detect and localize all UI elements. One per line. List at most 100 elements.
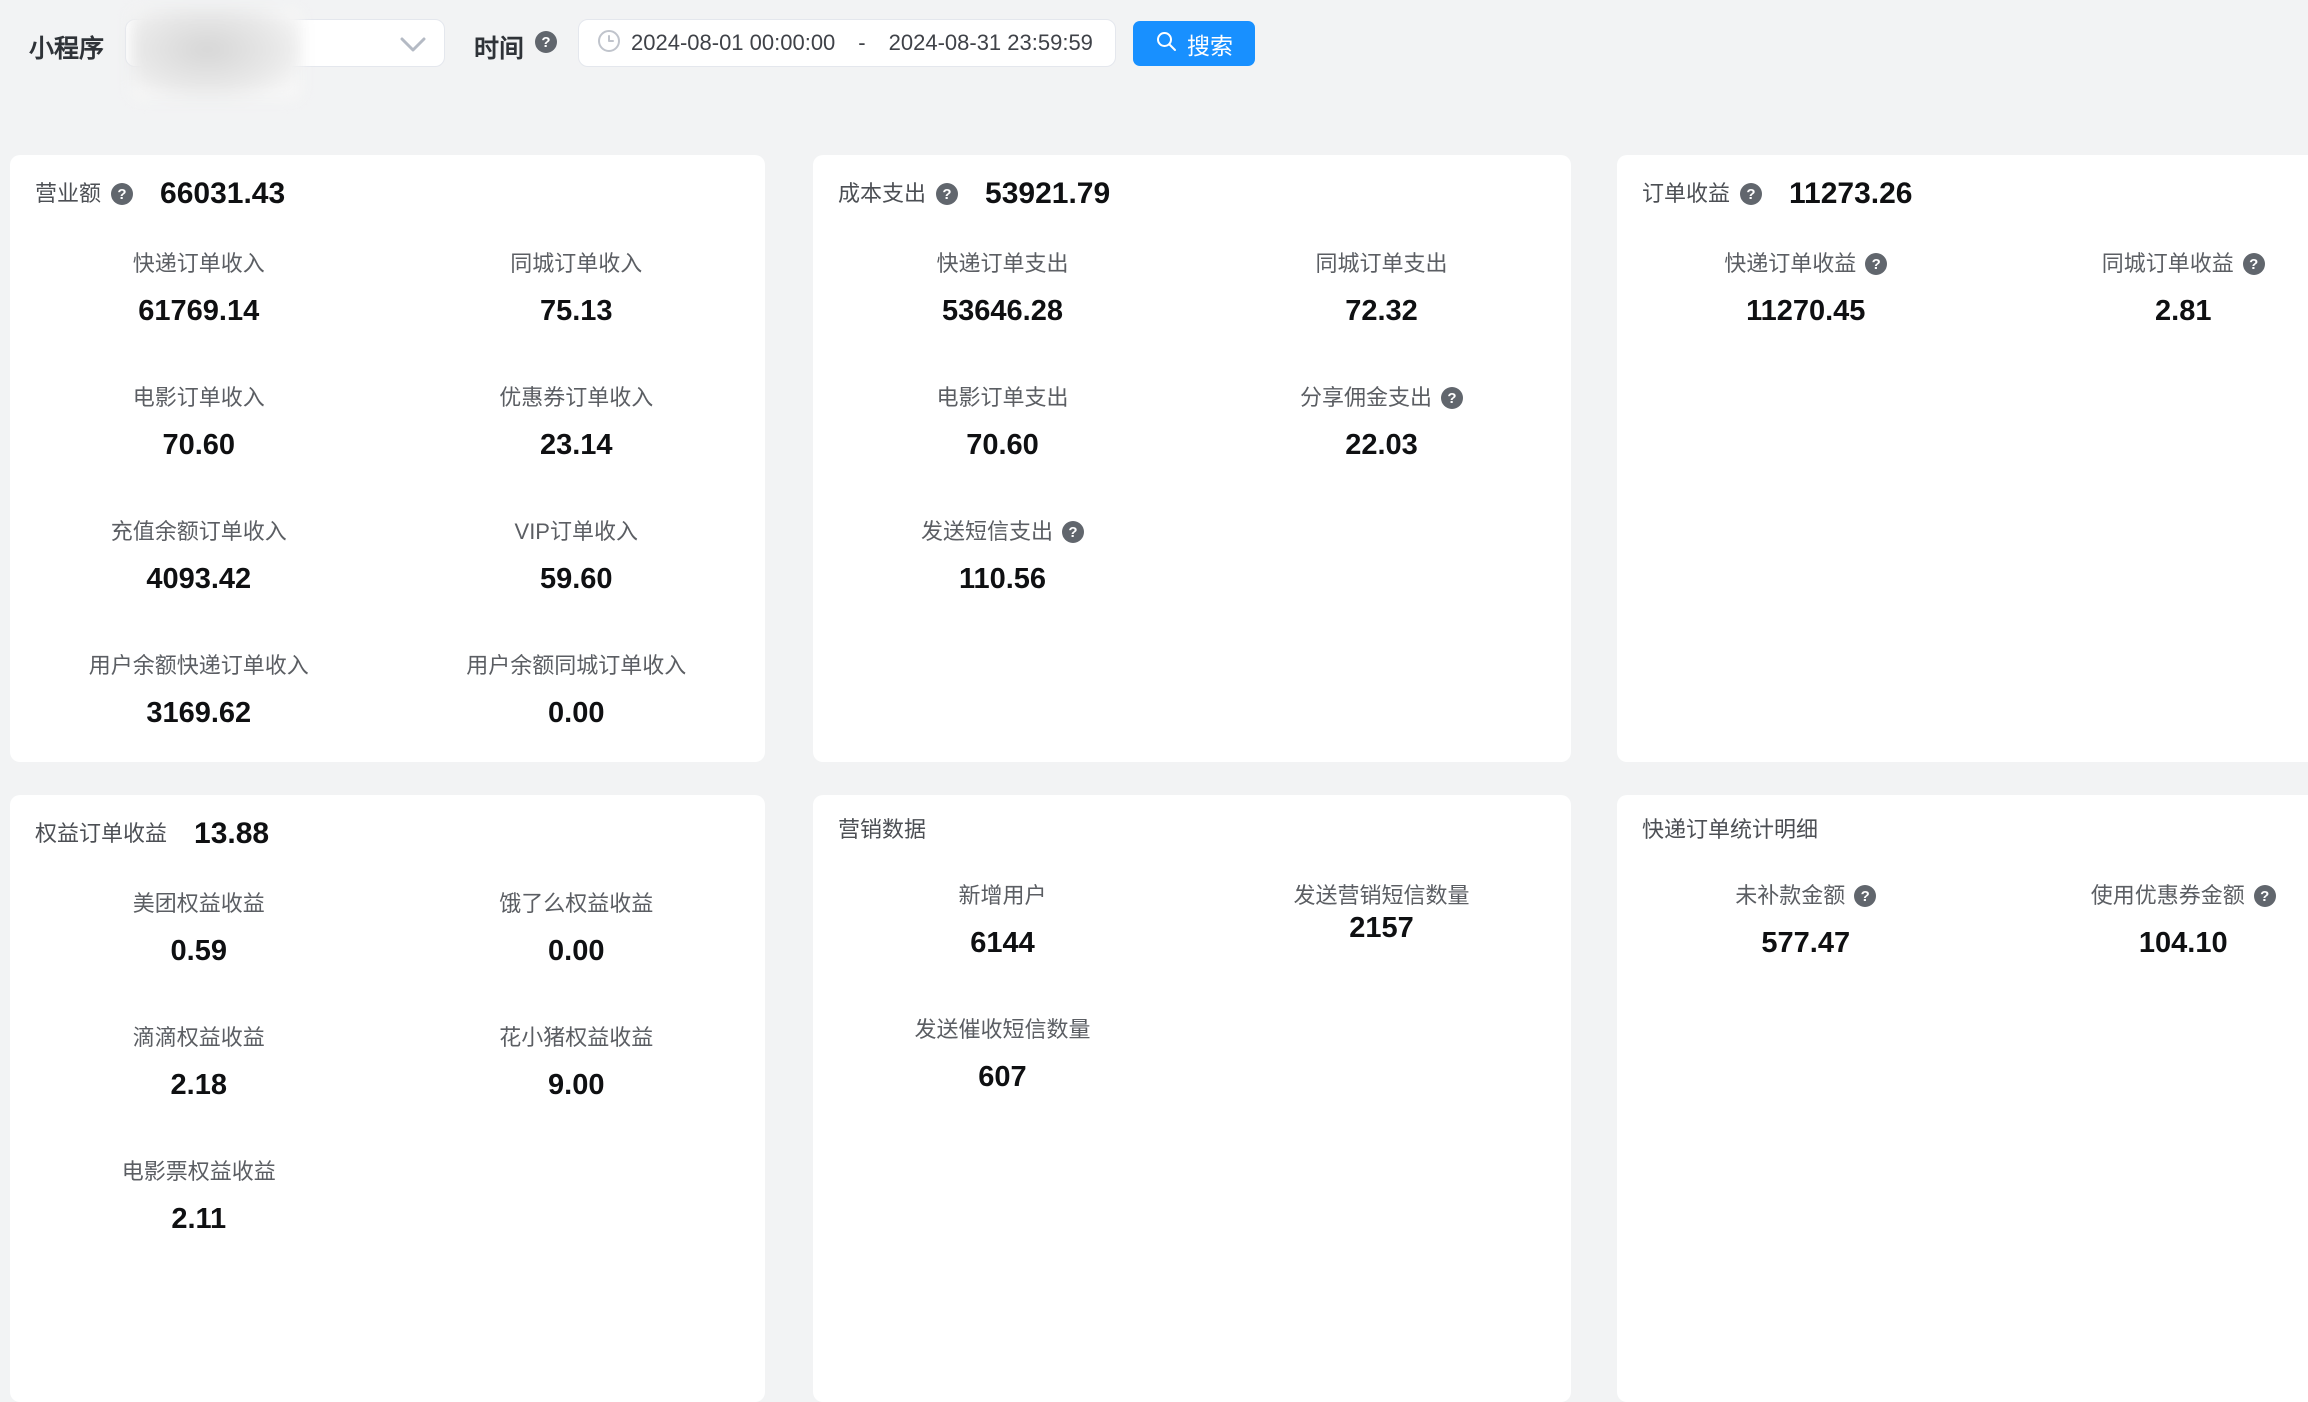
card-header: 营业额 ? 66031.43 [10, 155, 765, 211]
stat-label-row: 分享佣金支出 ? [1300, 385, 1463, 411]
stat-item: 同城订单收益 ? 2.81 [2102, 251, 2265, 328]
stat-value: 577.47 [1735, 926, 1876, 960]
stat-label: 分享佣金支出 [1300, 385, 1432, 411]
stat-label-row: 饿了么权益收益 [499, 891, 653, 917]
stat-label: 同城订单支出 [1315, 251, 1447, 277]
stat-item: 快递订单收入 61769.14 [133, 251, 265, 328]
stat-item: 分享佣金支出 ? 22.03 [1300, 385, 1463, 462]
stat-value: 70.60 [936, 428, 1068, 462]
stat-label: 发送营销短信数量 [1293, 883, 1469, 909]
stat-value: 53646.28 [936, 294, 1068, 328]
stat-label: 使用优惠券金额 [2091, 883, 2245, 909]
stat-label-row: VIP订单收入 [515, 519, 638, 545]
time-label: 时间 [474, 29, 524, 65]
stat-label: 新增用户 [958, 883, 1046, 909]
stat-label-row: 美团权益收益 [133, 891, 265, 917]
dashboard-page: 小程序 时间 ? 2024-08-01 00:00:00 - 2024-08-3… [0, 0, 2308, 1301]
stat-value: 61769.14 [133, 294, 265, 328]
stat-item: 美团权益收益 0.59 [133, 891, 265, 968]
stat-label: 未补款金额 [1735, 883, 1845, 909]
stat-label: 滴滴权益收益 [133, 1025, 265, 1051]
card-total-value: 66031.43 [160, 177, 285, 211]
card-header: 权益订单收益 13.88 [10, 795, 765, 851]
stat-label-row: 花小猪权益收益 [499, 1025, 653, 1051]
stat-label: 发送催收短信数量 [914, 1017, 1090, 1043]
card-title: 营销数据 [838, 817, 926, 843]
date-range-end: 2024-08-31 23:59:59 [889, 30, 1093, 56]
stat-item: 用户余额同城订单收入 0.00 [466, 653, 686, 730]
card-title: 订单收益 [1642, 181, 1730, 207]
stat-item: 花小猪权益收益 9.00 [499, 1025, 653, 1102]
mini-program-select[interactable] [125, 19, 445, 67]
stat-label: 饿了么权益收益 [499, 891, 653, 917]
stat-label-row: 优惠券订单收入 [499, 385, 653, 411]
search-button-label: 搜索 [1187, 27, 1233, 61]
card-title: 快递订单统计明细 [1642, 817, 1818, 843]
stat-label: VIP订单收入 [515, 519, 638, 545]
search-button[interactable]: 搜索 [1133, 21, 1255, 66]
redacted-select-value [130, 8, 302, 100]
stat-item: 使用优惠券金额 ? 104.10 [2091, 883, 2276, 960]
stat-help-icon[interactable]: ? [2254, 885, 2276, 907]
stat-item: 发送短信支出 ? 110.56 [921, 519, 1084, 596]
stat-value: 2157 [1293, 911, 1469, 945]
stat-label-row: 同城订单收入 [510, 251, 642, 277]
stat-item: 同城订单收入 75.13 [510, 251, 642, 328]
stat-value: 70.60 [133, 428, 265, 462]
stat-item: VIP订单收入 59.60 [515, 519, 638, 596]
stat-value: 0.00 [466, 696, 686, 730]
stat-help-icon[interactable]: ? [1854, 885, 1876, 907]
stat-label-row: 用户余额同城订单收入 [466, 653, 686, 679]
card-help-icon[interactable]: ? [936, 183, 958, 205]
card-title: 权益订单收益 [35, 821, 167, 847]
card-stats: 新增用户 6144 发送营销短信数量 2157 发送催收短信数量 607 [813, 883, 1571, 1094]
date-range-separator: - [858, 30, 865, 56]
stat-label-row: 快递订单收益 ? [1724, 251, 1887, 277]
card-help-icon[interactable]: ? [111, 183, 133, 205]
date-range-input[interactable]: 2024-08-01 00:00:00 - 2024-08-31 23:59:5… [578, 19, 1116, 67]
stat-card: 营销数据 新增用户 6144 发送营销短信数量 2157 发送催收短信数量 60… [813, 795, 1571, 1402]
stat-help-icon[interactable]: ? [1865, 253, 1887, 275]
card-title: 营业额 [35, 181, 101, 207]
card-total-value: 13.88 [194, 817, 269, 851]
date-range-start: 2024-08-01 00:00:00 [631, 30, 835, 56]
stat-label-row: 充值余额订单收入 [111, 519, 287, 545]
clock-icon [597, 29, 621, 58]
stat-label-row: 电影票权益收益 [122, 1159, 276, 1185]
stat-help-icon[interactable]: ? [1441, 387, 1463, 409]
stat-value: 2.11 [122, 1202, 276, 1236]
stat-value: 0.00 [499, 934, 653, 968]
card-title: 成本支出 [838, 181, 926, 207]
stat-label: 电影票权益收益 [122, 1159, 276, 1185]
stat-value: 59.60 [515, 562, 638, 596]
card-header: 营销数据 [813, 795, 1571, 843]
stat-card: 营业额 ? 66031.43 快递订单收入 61769.14 同城订单收入 75… [10, 155, 765, 762]
stat-help-icon[interactable]: ? [2243, 253, 2265, 275]
stat-label-row: 发送催收短信数量 [914, 1017, 1090, 1043]
stat-label: 发送短信支出 [921, 519, 1053, 545]
stat-card: 订单收益 ? 11273.26 快递订单收益 ? 11270.45 同城订单收益… [1617, 155, 2308, 762]
stat-label-row: 电影订单支出 [936, 385, 1068, 411]
stat-label-row: 电影订单收入 [133, 385, 265, 411]
mini-program-label: 小程序 [29, 29, 104, 65]
card-header: 订单收益 ? 11273.26 [1617, 155, 2308, 211]
stat-item: 电影订单支出 70.60 [936, 385, 1068, 462]
stat-item: 用户余额快递订单收入 3169.62 [89, 653, 309, 730]
stat-label-row: 同城订单支出 [1315, 251, 1447, 277]
stat-label-row: 快递订单支出 [936, 251, 1068, 277]
stat-value: 75.13 [510, 294, 642, 328]
card-header: 快递订单统计明细 [1617, 795, 2308, 843]
filter-toolbar: 小程序 时间 ? 2024-08-01 00:00:00 - 2024-08-3… [0, 0, 2308, 110]
stat-item: 滴滴权益收益 2.18 [133, 1025, 265, 1102]
card-stats: 快递订单支出 53646.28 同城订单支出 72.32 电影订单支出 70.6… [813, 251, 1571, 596]
stat-card: 快递订单统计明细 未补款金额 ? 577.47 使用优惠券金额 ? 104.10 [1617, 795, 2308, 1402]
time-help-icon[interactable]: ? [535, 31, 557, 53]
stat-value: 11270.45 [1724, 294, 1887, 328]
stat-item: 未补款金额 ? 577.47 [1735, 883, 1876, 960]
card-help-icon[interactable]: ? [1740, 183, 1762, 205]
card-stats: 快递订单收益 ? 11270.45 同城订单收益 ? 2.81 [1617, 251, 2308, 328]
stat-card: 权益订单收益 13.88 美团权益收益 0.59 饿了么权益收益 0.00 滴滴… [10, 795, 765, 1402]
stat-item: 饿了么权益收益 0.00 [499, 891, 653, 968]
stat-label: 快递订单收益 [1724, 251, 1856, 277]
stat-help-icon[interactable]: ? [1062, 521, 1084, 543]
